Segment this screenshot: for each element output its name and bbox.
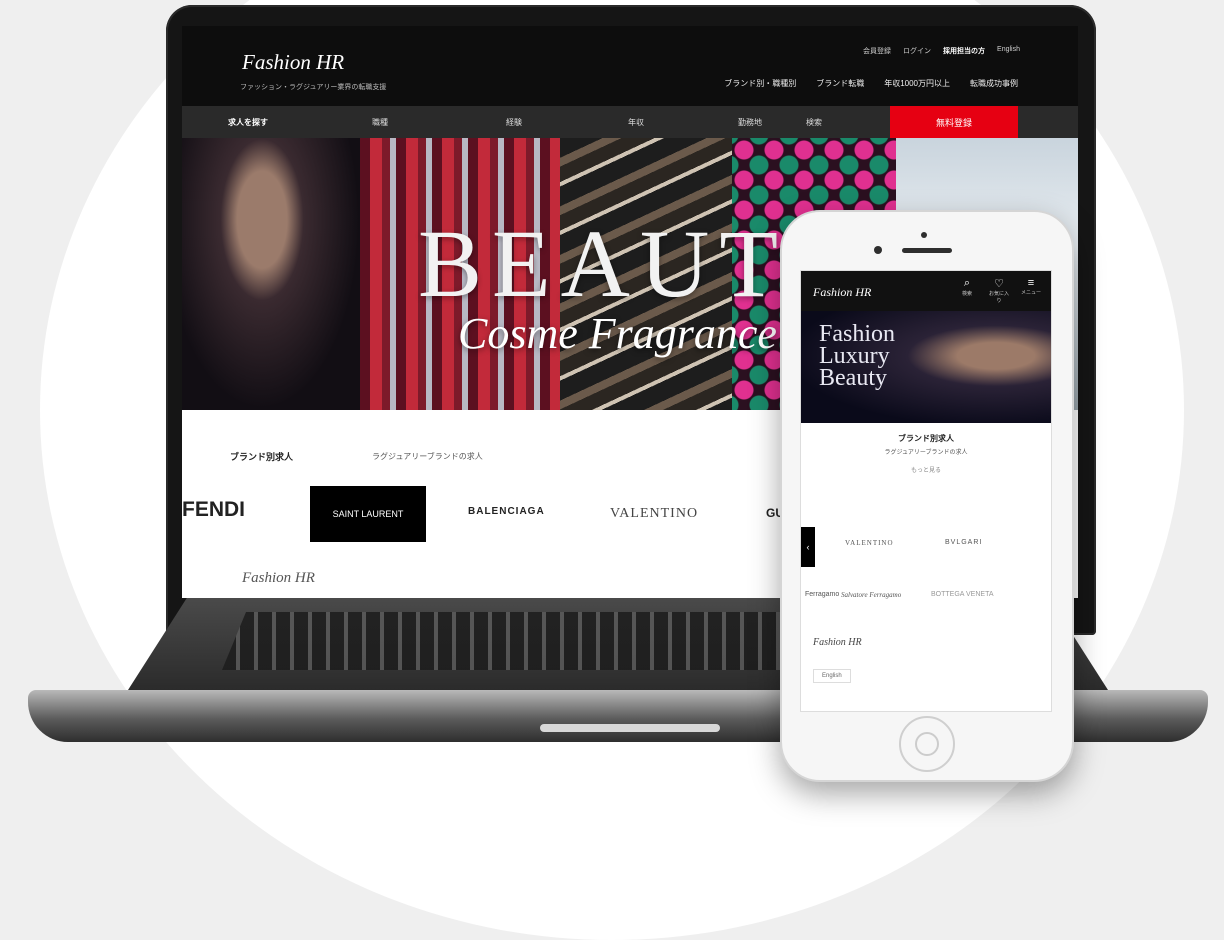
mobile-brand-valentino[interactable]: VALENTINO [845, 539, 894, 547]
mobile-section-subtitle: ラグジュアリーブランドの求人 [884, 450, 968, 456]
chevron-left-icon: ‹ [806, 542, 810, 552]
util-link-register[interactable]: 会員登録 [863, 46, 891, 56]
util-link-employer[interactable]: 採用担当の方 [943, 46, 985, 56]
brand-logo-balenciaga[interactable]: BALENCIAGA [468, 506, 545, 517]
phone-speaker [902, 248, 952, 253]
utility-links: 会員登録 ログイン 採用担当の方 English [863, 46, 1020, 56]
mobile-hero-banner[interactable]: Fashion Luxury Beauty [801, 311, 1051, 423]
util-link-login[interactable]: ログイン [903, 46, 931, 56]
section-subtitle: ラグジュアリーブランドの求人 [372, 452, 483, 461]
mobile-brand-ferragamo[interactable]: Ferragamo [805, 591, 839, 598]
header-nav: ブランド別・職種別 ブランド転職 年収1000万円以上 転職成功事例 [724, 78, 1018, 89]
main-nav-item[interactable]: 職種 [372, 117, 388, 128]
main-nav-item[interactable]: 検索 [806, 117, 822, 128]
util-link-english[interactable]: English [997, 46, 1020, 56]
mobile-hero-text: Fashion Luxury Beauty [819, 321, 896, 391]
section-title: ブランド別求人 [230, 452, 294, 462]
language-selector[interactable]: English [813, 669, 851, 683]
register-cta-button[interactable]: 無料登録 [890, 106, 1018, 138]
phone-home-button [899, 716, 955, 772]
footer-logo[interactable]: Fashion HR [242, 570, 315, 587]
brand-logo-fendi[interactable]: FENDI [182, 498, 245, 522]
brand-logo-saint-laurent[interactable]: SAINT LAURENT [310, 486, 426, 542]
header-nav-item[interactable]: ブランド転職 [816, 78, 864, 89]
main-nav-item[interactable]: 年収 [628, 117, 644, 128]
mobile-section-title: ブランド別求人 [898, 434, 954, 443]
phone-screen: Fashion HR ⌕ 検索 ♡ お気に入り ≡ メニュー Fashion Luxu… [800, 270, 1052, 712]
phone-sensor [921, 232, 927, 238]
site-tagline: ファッション・ラグジュアリー業界の転職支援 [240, 84, 387, 91]
header-nav-item[interactable]: 年収1000万円以上 [884, 78, 950, 89]
heart-icon[interactable]: ♡ お気に入り [989, 277, 1009, 304]
mobile-header-icons: ⌕ 検索 ♡ お気に入り ≡ メニュー [957, 277, 1041, 304]
header-nav-item[interactable]: ブランド別・職種別 [724, 78, 796, 89]
mobile-footer-logo[interactable]: Fashion HR [813, 637, 862, 648]
mobile-header: Fashion HR ⌕ 検索 ♡ お気に入り ≡ メニュー [801, 271, 1051, 311]
mobile-brand-bottega-veneta[interactable]: BOTTEGA VENETA [931, 591, 994, 598]
hero-model-image [182, 138, 360, 410]
main-nav-item-search-jobs[interactable]: 求人を探す [228, 117, 268, 128]
menu-icon[interactable]: ≡ メニュー [1021, 277, 1041, 304]
main-nav-item[interactable]: 経験 [506, 117, 522, 128]
phone-camera [874, 246, 882, 254]
phone-device: Fashion HR ⌕ 検索 ♡ お気に入り ≡ メニュー Fashion Luxu… [780, 210, 1074, 782]
header-nav-item[interactable]: 転職成功事例 [970, 78, 1018, 89]
main-nav-item[interactable]: 勤務地 [738, 117, 762, 128]
carousel-prev-button[interactable]: ‹ [801, 527, 815, 567]
laptop-notch [540, 724, 720, 732]
main-nav: 求人を探す 職種 経験 年収 勤務地 検索 無料登録 [182, 106, 1078, 138]
mobile-brand-bvlgari[interactable]: BVLGARI [945, 539, 982, 546]
brand-logo-valentino[interactable]: VALENTINO [610, 506, 698, 522]
mobile-brand-salvatore-ferragamo[interactable]: Salvatore Ferragamo [841, 591, 901, 599]
mobile-more-link[interactable]: もっと見る [801, 465, 1051, 474]
mobile-logo[interactable]: Fashion HR [813, 285, 871, 300]
search-icon[interactable]: ⌕ 検索 [957, 277, 977, 304]
hero-subtitle: Cosme Fragrance [458, 309, 777, 358]
site-header: Fashion HR ファッション・ラグジュアリー業界の転職支援 会員登録 ログ… [182, 26, 1078, 106]
site-logo[interactable]: Fashion HR [242, 50, 344, 75]
